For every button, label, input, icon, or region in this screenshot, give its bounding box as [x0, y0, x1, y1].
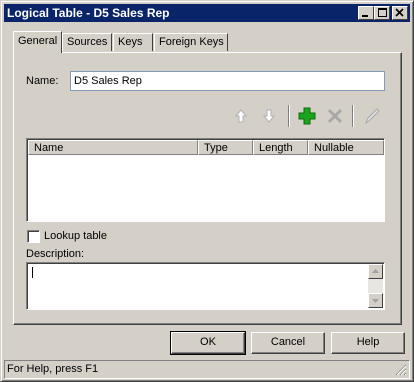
title-bar[interactable]: Logical Table - D5 Sales Rep	[4, 4, 410, 22]
scroll-up-icon[interactable]	[368, 264, 383, 279]
resize-grip-icon[interactable]	[395, 364, 407, 376]
close-icon[interactable]	[392, 6, 408, 20]
ok-button[interactable]: OK	[170, 331, 246, 355]
tab-keys-label: Keys	[118, 36, 143, 48]
delete-icon[interactable]	[325, 106, 345, 126]
ok-button-label: OK	[200, 336, 216, 348]
columns-table-header: Name Type Length Nullable	[28, 140, 384, 155]
tab-general-label: General	[18, 35, 58, 47]
name-label: Name:	[26, 75, 59, 87]
description-textarea[interactable]	[26, 262, 385, 310]
arrow-up-icon[interactable]	[231, 106, 251, 126]
status-text: For Help, press F1	[7, 363, 99, 375]
window-title: Logical Table - D5 Sales Rep	[7, 6, 170, 20]
column-header-name[interactable]: Name	[28, 140, 198, 155]
add-icon[interactable]	[297, 106, 317, 126]
tab-sources-label: Sources	[67, 36, 108, 48]
tab-foreign-keys-label: Foreign Keys	[159, 36, 224, 48]
column-header-length-label: Length	[259, 142, 293, 154]
status-bar: For Help, press F1	[4, 360, 410, 379]
edit-icon[interactable]	[362, 106, 382, 126]
column-header-nullable-label: Nullable	[314, 142, 354, 154]
cancel-button-label: Cancel	[270, 336, 306, 348]
cancel-button[interactable]: Cancel	[251, 332, 325, 354]
tab-sources[interactable]: Sources	[62, 33, 112, 51]
description-label: Description:	[26, 248, 85, 260]
toolbar-separator	[352, 105, 354, 127]
column-header-name-label: Name	[34, 142, 64, 154]
lookup-table-checkbox[interactable]	[27, 230, 40, 243]
dialog-window: Logical Table - D5 Sales Rep General Sou…	[0, 0, 414, 382]
maximize-icon[interactable]	[374, 6, 390, 20]
column-header-type[interactable]: Type	[198, 140, 253, 155]
column-header-length[interactable]: Length	[253, 140, 308, 155]
column-header-nullable[interactable]: Nullable	[308, 140, 384, 155]
text-caret	[32, 267, 33, 278]
tab-keys[interactable]: Keys	[113, 33, 153, 51]
tab-foreign-keys[interactable]: Foreign Keys	[154, 33, 228, 51]
help-button-label: Help	[356, 336, 380, 348]
name-input[interactable]: D5 Sales Rep	[70, 71, 385, 91]
tab-general[interactable]: General	[13, 31, 62, 53]
description-scrollbar[interactable]	[368, 264, 383, 308]
minimize-icon[interactable]	[358, 6, 374, 20]
scroll-down-icon[interactable]	[368, 293, 383, 308]
help-button[interactable]: Help	[331, 332, 405, 354]
column-header-type-label: Type	[204, 142, 228, 154]
toolbar-separator	[288, 105, 290, 127]
arrow-down-icon[interactable]	[259, 106, 279, 126]
columns-table[interactable]: Name Type Length Nullable	[26, 138, 385, 222]
lookup-table-label: Lookup table	[44, 230, 107, 242]
